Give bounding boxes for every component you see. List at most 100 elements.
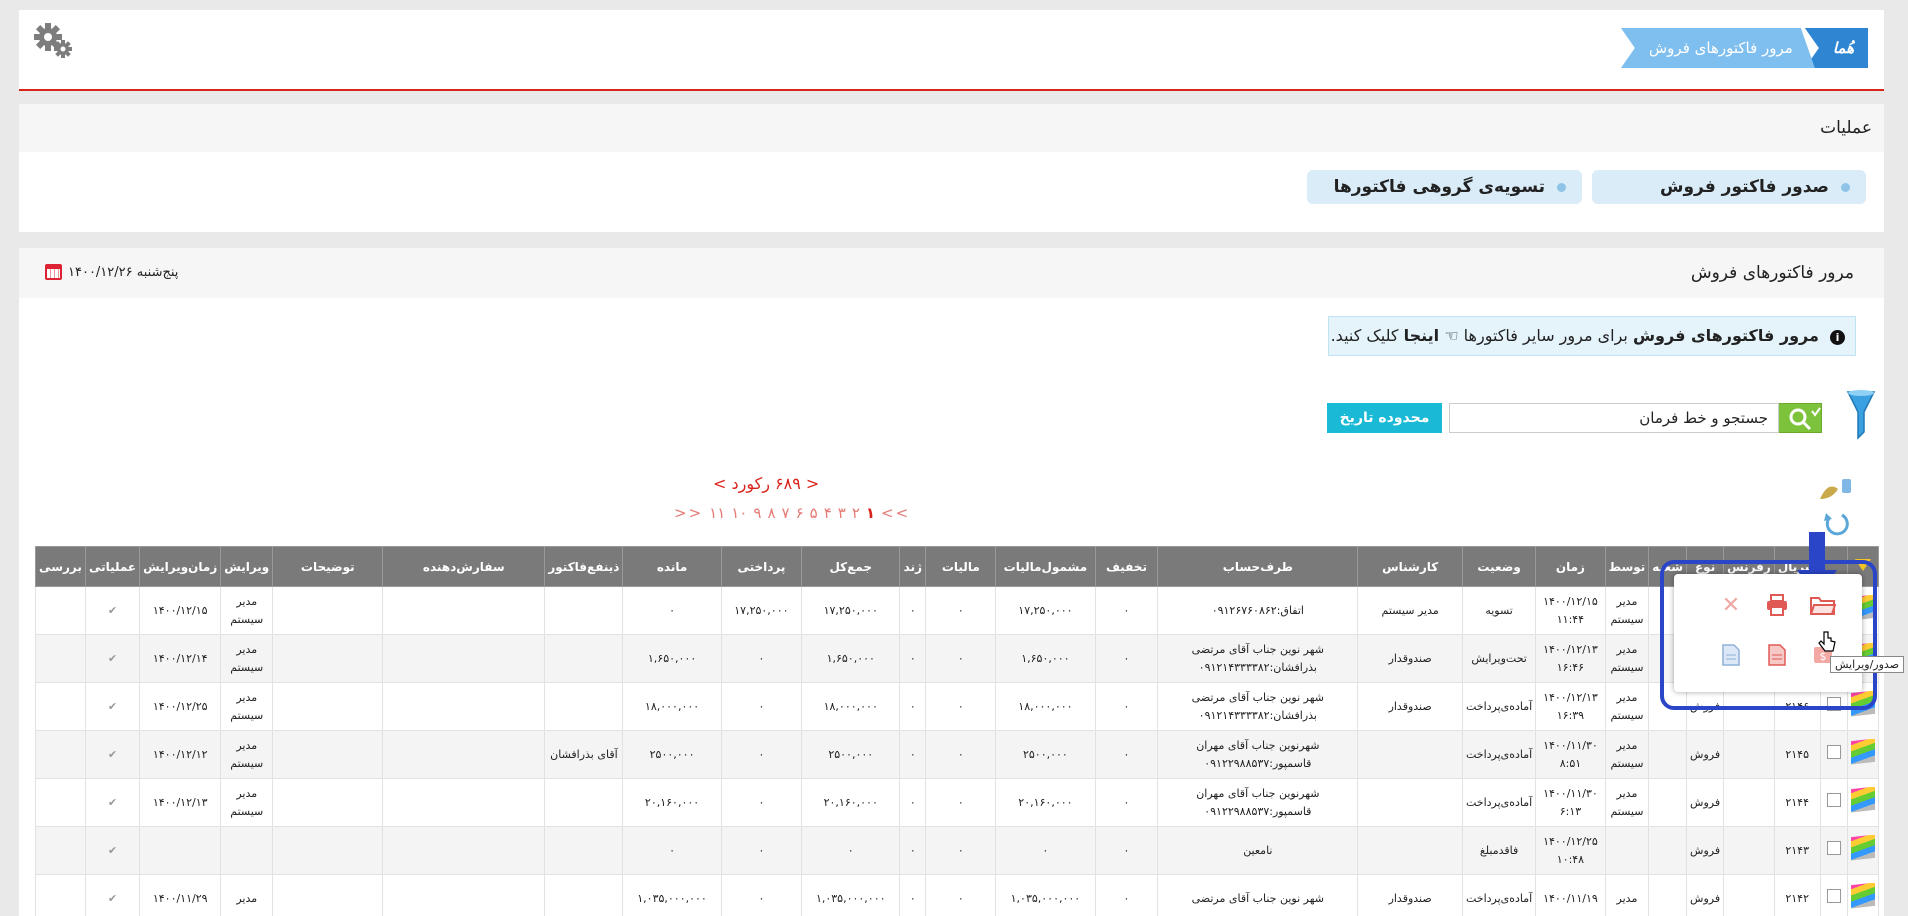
cell-expert: صندوقدار	[1357, 682, 1463, 731]
cell-total: ۱,۰۳۵,۰۰۰,۰۰۰	[801, 874, 901, 916]
table-row[interactable]: ۲۱۴۴ فروش مدیر سیستم ۱۴۰۰/۱۱/۳۰ ۶:۱۳ آماده‌ی…	[35, 778, 1879, 827]
cell-paid: ۰	[720, 682, 803, 731]
col-editor[interactable]: ویرایش	[220, 546, 274, 587]
cell-by	[1604, 826, 1650, 875]
issue-invoice-label: صدور فاکتور فروش	[1660, 177, 1829, 197]
page-7[interactable]: ۷	[782, 504, 790, 522]
filter-funnel-icon[interactable]	[1846, 388, 1876, 440]
operations-title: عملیات	[19, 104, 1884, 152]
table-row[interactable]: ۲۱۴۲ فروش مدیر ۱۴۰۰/۱۱/۱۹ آماده‌ی‌پرداخت صندو…	[35, 874, 1879, 916]
col-discount[interactable]: تخفیف	[1094, 546, 1159, 587]
cell-review[interactable]	[35, 586, 86, 635]
page-10[interactable]: ۱۰	[731, 504, 747, 522]
cell-review[interactable]	[35, 826, 86, 875]
cell-branch	[1648, 730, 1688, 779]
col-remain[interactable]: مانده	[622, 546, 722, 587]
document-red-icon[interactable]	[1764, 642, 1790, 668]
cell-operational[interactable]: ✔	[84, 730, 141, 779]
cell-review[interactable]	[35, 682, 86, 731]
document-blue-icon[interactable]	[1718, 642, 1744, 668]
table-row[interactable]: مدیر سیستم ۱۴۰۰/۱۲/۱۳ ۱۶:۴۶ تحت‌ویرایش صندو…	[35, 634, 1879, 683]
cell-review[interactable]	[35, 874, 86, 916]
page-1[interactable]: ۱	[866, 504, 875, 522]
checkbox[interactable]	[1826, 744, 1841, 759]
search-button[interactable]	[1778, 403, 1822, 433]
row-checkbox[interactable]	[1819, 730, 1849, 779]
row-checkbox[interactable]	[1819, 874, 1849, 916]
page-8[interactable]: ۸	[767, 504, 775, 522]
checkbox[interactable]	[1826, 840, 1841, 855]
table-row[interactable]: ۲۱۴۶ فروش مدیر سیستم ۱۴۰۰/۱۲/۱۳ ۱۶:۳۹ آماده‌…	[35, 682, 1879, 731]
cell-desc	[272, 634, 384, 683]
group-settle-button[interactable]: تسویه‌ی گروهی فاکتورها	[1307, 170, 1582, 204]
col-review[interactable]: بررسی	[35, 546, 86, 587]
col-zhand[interactable]: ژند	[899, 546, 927, 587]
col-orderer[interactable]: سفارش‌دهنده	[382, 546, 546, 587]
pager-last[interactable]: <<	[674, 504, 703, 522]
page-3[interactable]: ۳	[838, 504, 846, 522]
issue-invoice-button[interactable]: صدور فاکتور فروش	[1592, 170, 1866, 204]
page-4[interactable]: ۴	[824, 504, 832, 522]
gear-icon[interactable]	[33, 22, 75, 66]
row-checkbox[interactable]	[1819, 826, 1849, 875]
cell-operational[interactable]: ✔	[84, 682, 141, 731]
date-range-button[interactable]: محدوده تاریخ	[1327, 403, 1442, 433]
open-folder-icon[interactable]	[1810, 592, 1836, 618]
col-tax[interactable]: مالیات	[925, 546, 997, 587]
col-total[interactable]: جمع‌کل	[801, 546, 901, 587]
table-row[interactable]: ۲۱۴۵ فروش مدیر سیستم ۱۴۰۰/۱۱/۳۰ ۸:۵۱ آماده‌ی…	[35, 730, 1879, 779]
cell-operational[interactable]: ✔	[84, 586, 141, 635]
row-flag[interactable]	[1847, 826, 1879, 875]
col-by[interactable]: توسط	[1604, 546, 1650, 587]
cell-type: فروش	[1686, 874, 1725, 916]
cell-review[interactable]	[35, 730, 86, 779]
page-6[interactable]: ۶	[796, 504, 804, 522]
cell-review[interactable]	[35, 634, 86, 683]
search-input[interactable]: جستجو و خط فرمان	[1449, 403, 1779, 433]
cell-edit-time: ۱۴۰۰/۱۲/۱۵	[139, 586, 222, 635]
row-flag-icon	[1851, 738, 1875, 765]
cell-operational[interactable]: ✔	[84, 826, 141, 875]
cell-operational[interactable]: ✔	[84, 778, 141, 827]
table-row[interactable]: ۲۱۴۳ فروش ۱۴۰۰/۱۲/۲۵ ۱۰:۴۸ فاقدمبلغ نامعین ۰ ۰…	[35, 826, 1879, 875]
print-icon[interactable]	[1764, 592, 1790, 618]
pager-first[interactable]: >>	[881, 504, 910, 522]
row-flag[interactable]	[1847, 778, 1879, 827]
page-5[interactable]: ۵	[810, 504, 818, 522]
cell-orderer	[382, 730, 546, 779]
page-9[interactable]: ۹	[753, 504, 761, 522]
cell-total: ۱۷,۲۵۰,۰۰۰	[801, 586, 901, 635]
clear-brush-icon[interactable]	[1816, 473, 1856, 507]
checkbox[interactable]	[1826, 792, 1841, 807]
cell-time: ۱۴۰۰/۱۲/۱۳ ۱۶:۴۶	[1535, 634, 1606, 683]
cell-operational[interactable]: ✔	[84, 874, 141, 916]
col-operational[interactable]: عملیاتی	[84, 546, 141, 587]
page-11[interactable]: ۱۱	[709, 504, 725, 522]
table-row[interactable]: مدیر سیستم ۱۴۰۰/۱۲/۱۵ ۱۱:۴۴ تسویه مدیر سیست…	[35, 586, 1879, 635]
cell-orderer	[382, 874, 546, 916]
cell-operational[interactable]: ✔	[84, 634, 141, 683]
col-desc[interactable]: توضیحات	[272, 546, 384, 587]
col-edit-time[interactable]: زمان‌ویرایش	[139, 546, 222, 587]
calendar-icon[interactable]	[45, 264, 62, 280]
info-link[interactable]: اینجا	[1404, 326, 1440, 345]
col-time[interactable]: زمان	[1535, 546, 1606, 587]
col-beneficiary[interactable]: ذینفع‌فاکتور	[544, 546, 624, 587]
col-status[interactable]: وضعیت	[1461, 546, 1537, 587]
breadcrumb-home[interactable]: هُما	[1804, 28, 1868, 68]
row-flag[interactable]	[1847, 874, 1879, 916]
checkbox[interactable]	[1826, 888, 1841, 903]
col-party[interactable]: طرف‌حساب	[1157, 546, 1359, 587]
cell-review[interactable]	[35, 778, 86, 827]
cell-time: ۱۴۰۰/۱۱/۱۹	[1535, 874, 1606, 916]
row-flag[interactable]	[1847, 730, 1879, 779]
col-expert[interactable]: کارشناس	[1357, 546, 1463, 587]
page-2[interactable]: ۲	[852, 504, 860, 522]
row-checkbox[interactable]	[1819, 778, 1849, 827]
cell-desc	[272, 874, 384, 916]
cell-beneficiary	[544, 826, 624, 875]
col-taxable[interactable]: مشمول‌مالیات	[995, 546, 1096, 587]
pointing-hand-icon: ☜	[1444, 326, 1459, 345]
col-paid[interactable]: پرداختی	[720, 546, 803, 587]
delete-icon[interactable]: ✕	[1718, 592, 1744, 618]
